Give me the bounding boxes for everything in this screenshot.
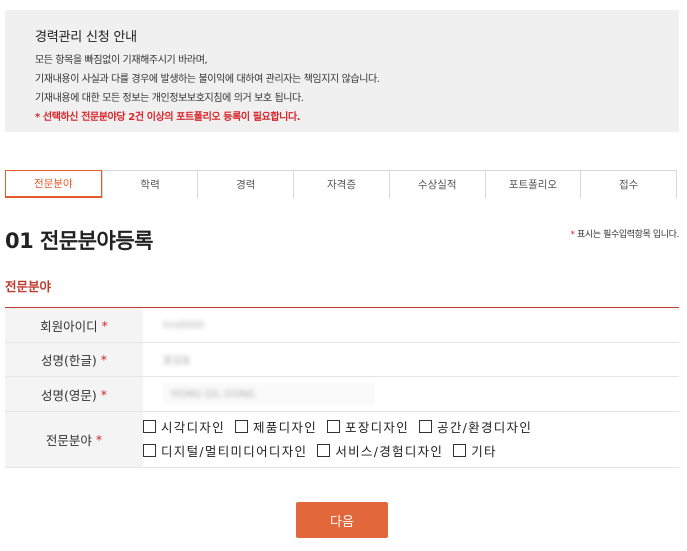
tab-awards[interactable]: 수상실적: [388, 170, 485, 198]
checkbox-label: 서비스/경험디자인: [335, 443, 444, 459]
checkbox-box[interactable]: [419, 419, 433, 433]
checkbox-visual-design[interactable]: 시각디자인: [143, 417, 225, 436]
checkbox-box[interactable]: [235, 419, 249, 433]
name-en-row: 성명(영문) * HONG GIL DONG: [5, 377, 679, 412]
notice-title: 경력관리 신청 안내: [35, 30, 137, 45]
checkbox-digital-design[interactable]: 디지털/멀티미디어디자인: [143, 441, 307, 460]
checkbox-label: 포장디자인: [345, 419, 410, 435]
checkbox-other[interactable]: 기타: [453, 441, 497, 460]
specialty-options: 시각디자인 제품디자인 포장디자인 공간/환경디자인 디지털/멀티미디어디자인 …: [143, 412, 679, 467]
member-id-value: hrs0000: [143, 308, 679, 342]
name-ko-label-text: 성명(한글): [40, 353, 97, 368]
checkbox-service-design[interactable]: 서비스/경험디자인: [317, 441, 443, 460]
member-id-row: 회원아이디 * hrs0000: [5, 308, 679, 343]
name-en-text: HONG GIL DONG: [171, 388, 256, 400]
tab-education[interactable]: 학력: [101, 170, 198, 198]
name-en-field[interactable]: HONG GIL DONG: [163, 383, 375, 405]
checkbox-box[interactable]: [453, 443, 467, 457]
notice-box: 경력관리 신청 안내 모든 항목을 빠짐없이 기재해주시기 바라며, 기재내용이…: [5, 10, 679, 132]
checkbox-box[interactable]: [143, 443, 156, 457]
checkbox-space-design[interactable]: 공간/환경디자인: [419, 417, 532, 436]
name-ko-label: 성명(한글) *: [5, 343, 143, 376]
member-id-label: 회원아이디 *: [5, 308, 143, 342]
checkbox-product-design[interactable]: 제품디자인: [235, 417, 317, 436]
tab-specialty[interactable]: 전문분야: [5, 170, 102, 198]
field-group-title: 전문분야: [5, 279, 52, 294]
checkbox-package-design[interactable]: 포장디자인: [327, 417, 409, 436]
tab-certificates[interactable]: 자격증: [293, 170, 389, 198]
specialty-options-row: 시각디자인 제품디자인 포장디자인 공간/환경디자인: [143, 414, 542, 438]
registration-form: 회원아이디 * hrs0000 성명(한글) * 홍길동 성명(영문) * HONG …: [5, 307, 679, 468]
checkbox-box[interactable]: [327, 419, 341, 433]
specialty-options-row: 디지털/멀티미디어디자인 서비스/경험디자인 기타: [143, 438, 507, 462]
required-note: * 표시는 필수입력항목 입니다.: [570, 227, 679, 240]
specialty-label: 전문분야 *: [5, 412, 143, 467]
required-star: *: [101, 317, 108, 333]
name-ko-row: 성명(한글) * 홍길동: [5, 343, 679, 377]
specialty-row: 전문분야 * 시각디자인 제품디자인 포장디자인 공간/환경디자인 디지털/멀티미…: [5, 412, 679, 468]
tab-portfolio[interactable]: 포트폴리오: [484, 170, 581, 198]
checkbox-box[interactable]: [317, 443, 331, 457]
required-star: *: [570, 230, 575, 240]
checkbox-label: 디지털/멀티미디어디자인: [161, 443, 308, 459]
tab-career[interactable]: 경력: [197, 170, 294, 198]
required-star: *: [95, 432, 103, 447]
checkbox-label: 시각디자인: [161, 419, 226, 435]
checkbox-label: 제품디자인: [253, 419, 318, 435]
specialty-label-text: 전문분야: [45, 433, 92, 448]
name-ko-text: 홍길동: [163, 356, 191, 367]
next-button[interactable]: 다음: [296, 502, 388, 538]
checkbox-label: 기타: [471, 443, 497, 459]
checkbox-label: 공간/환경디자인: [437, 419, 533, 435]
notice-line: 모든 항목을 빠짐없이 기재해주시기 바라며,: [35, 55, 208, 66]
checkbox-box[interactable]: [143, 419, 156, 433]
required-star: *: [100, 386, 107, 402]
name-ko-value: 홍길동: [143, 343, 679, 376]
tab-submit[interactable]: 접수: [580, 170, 678, 198]
step-tabs: 전문분야 학력 경력 자격증 수상실적 포트폴리오 접수: [5, 170, 678, 198]
required-star: *: [100, 352, 107, 367]
notice-line: 기재내용이 사실과 다를 경우에 발생하는 불이익에 대하여 관리자는 책임지지…: [35, 74, 380, 85]
notice-line: 기재내용에 대한 모든 정보는 개인정보보호지침에 의거 보호 됩니다.: [35, 93, 304, 104]
required-note-text: 표시는 필수입력항목 입니다.: [577, 230, 679, 240]
name-en-value: HONG GIL DONG: [143, 377, 679, 411]
name-en-label: 성명(영문) *: [5, 377, 143, 411]
member-id-label-text: 회원아이디: [40, 318, 98, 334]
member-id-text: hrs0000: [163, 319, 205, 331]
name-en-label-text: 성명(영문): [40, 387, 97, 403]
page-title: 01 전문분야등록: [5, 229, 153, 253]
notice-warning: * 선택하신 전문분야당 2건 이상의 포트폴리오 등록이 필요합니다.: [35, 112, 301, 123]
